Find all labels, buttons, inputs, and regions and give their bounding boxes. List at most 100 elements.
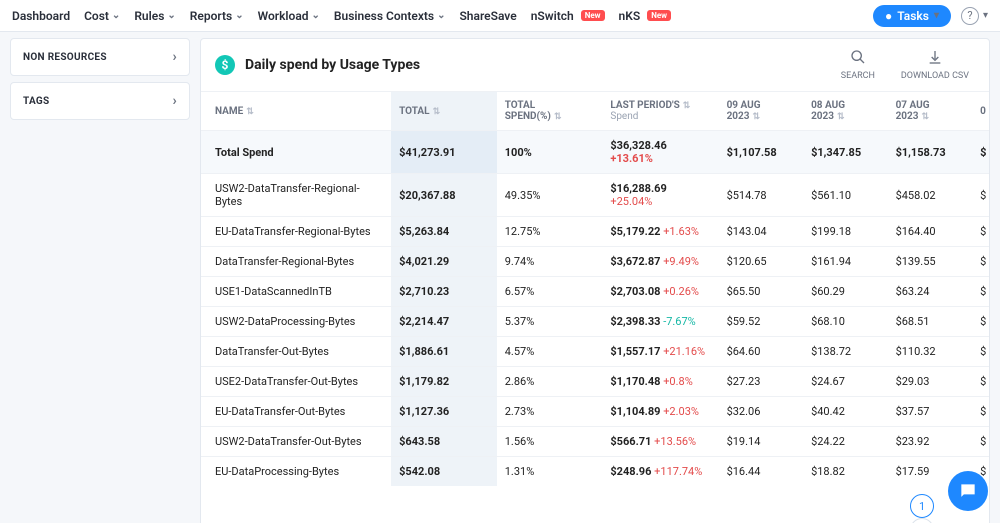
cell-total: $1,886.61	[391, 337, 497, 367]
table-row[interactable]: USW2-DataProcessing-Bytes$2,214.475.37% $…	[201, 307, 989, 337]
table-row[interactable]: USW2-DataTransfer-Regional-Bytes$20,367.…	[201, 174, 989, 217]
cell-08-aug: $561.10	[803, 174, 888, 217]
cell-total: $2,214.47	[391, 307, 497, 337]
cell-07-aug: $110.32	[888, 337, 973, 367]
cell-07-aug: $1,158.73	[888, 131, 973, 174]
cell-09-aug: $1,107.58	[719, 131, 804, 174]
chat-widget[interactable]	[948, 471, 988, 511]
cell-last-period: $566.71 +13.56%	[602, 427, 718, 457]
cell-name: EU-DataTransfer-Regional-Bytes	[201, 217, 391, 247]
nav-nswitch[interactable]: nSwitchNew	[531, 9, 605, 23]
cell-07-aug: $458.02	[888, 174, 973, 217]
table-row[interactable]: EU-DataTransfer-Regional-Bytes$5,263.841…	[201, 217, 989, 247]
new-badge: New	[647, 10, 671, 21]
col-total-spend-pct[interactable]: TOTAL SPEND(%)⇅	[497, 92, 603, 131]
panel-title: Daily spend by Usage Types	[245, 57, 841, 73]
cell-total: $4,021.29	[391, 247, 497, 277]
cell-last-period: $248.96 +117.74%	[602, 457, 718, 487]
sort-icon: ⇅	[753, 112, 761, 122]
cell-09-aug: $27.23	[719, 367, 804, 397]
table-row[interactable]: Total Spend$41,273.91100%$36,328.46 +13.…	[201, 131, 989, 174]
cell-pct: 9.74%	[497, 247, 603, 277]
cell-total: $2,710.23	[391, 277, 497, 307]
chevron-down-icon: ⌄	[312, 10, 320, 21]
cell-last-period: $1,170.48 +0.8%	[602, 367, 718, 397]
pagination: Page 1 of 10 previous 123...10 next	[201, 486, 989, 523]
cell-last-period: $3,672.87 +9.49%	[602, 247, 718, 277]
cell-08-aug: $60.29	[803, 277, 888, 307]
col-last-period[interactable]: LAST PERIOD'S⇅Spend	[602, 92, 718, 131]
cell-pct: 5.37%	[497, 307, 603, 337]
cell-name: USW2-DataProcessing-Bytes	[201, 307, 391, 337]
new-badge: New	[581, 10, 605, 21]
chat-icon	[958, 481, 978, 501]
cell-cut: $	[972, 397, 989, 427]
tasks-label: Tasks	[897, 9, 929, 23]
cell-name: USE2-DataTransfer-Out-Bytes	[201, 367, 391, 397]
cell-pct: 6.57%	[497, 277, 603, 307]
cell-08-aug: $199.18	[803, 217, 888, 247]
download-icon	[927, 49, 943, 69]
page-1[interactable]: 1	[910, 494, 934, 518]
cell-name: Total Spend	[201, 131, 391, 174]
download-csv-button[interactable]: DOWNLOAD CSV	[901, 49, 969, 81]
nav-cost[interactable]: Cost⌄	[84, 9, 120, 23]
cell-last-period: $1,557.17 +21.16%	[602, 337, 718, 367]
cell-pct: 2.86%	[497, 367, 603, 397]
chevron-down-icon: ▾	[934, 10, 939, 21]
col-total[interactable]: TOTAL⇅	[391, 92, 497, 131]
nav-dashboard[interactable]: Dashboard	[12, 9, 70, 23]
cell-last-period: $16,288.69 +25.04%	[602, 174, 718, 217]
sort-icon: ⇅	[246, 107, 254, 117]
chevron-down-icon[interactable]: ▾	[983, 10, 988, 21]
table-row[interactable]: USW2-DataTransfer-Out-Bytes$643.581.56%$…	[201, 427, 989, 457]
cell-total: $1,127.36	[391, 397, 497, 427]
table-row[interactable]: EU-DataProcessing-Bytes$542.081.31%$248.…	[201, 457, 989, 487]
col-09-aug[interactable]: 09 AUG 2023⇅	[719, 92, 804, 131]
cell-cut: $	[972, 307, 989, 337]
cell-pct: 2.73%	[497, 397, 603, 427]
cell-08-aug: $18.82	[803, 457, 888, 487]
col-07-aug[interactable]: 07 AUG 2023⇅	[888, 92, 973, 131]
table-row[interactable]: USE1-DataScannedInTB$2,710.236.57%$2,703…	[201, 277, 989, 307]
top-nav: Dashboard Cost⌄ Rules⌄ Reports⌄ Workload⌄ Bus…	[0, 0, 1000, 32]
cell-08-aug: $1,347.85	[803, 131, 888, 174]
sidebar-item-non-resources[interactable]: NON RESOURCES›	[10, 38, 190, 76]
nav-nks[interactable]: nKSNew	[619, 9, 671, 23]
cell-name: EU-DataProcessing-Bytes	[201, 457, 391, 487]
cell-09-aug: $32.06	[719, 397, 804, 427]
cell-09-aug: $59.52	[719, 307, 804, 337]
cell-pct: 1.56%	[497, 427, 603, 457]
table-row[interactable]: DataTransfer-Regional-Bytes$4,021.299.74…	[201, 247, 989, 277]
nav-reports[interactable]: Reports⌄	[190, 9, 244, 23]
nav-workload[interactable]: Workload⌄	[258, 9, 320, 23]
nav-rules[interactable]: Rules⌄	[134, 9, 175, 23]
sort-icon: ⇅	[554, 112, 562, 122]
spend-panel: $ Daily spend by Usage Types SEARCH DOWN…	[200, 38, 990, 523]
nav-business-contexts[interactable]: Business Contexts⌄	[334, 9, 446, 23]
cell-pct: 1.31%	[497, 457, 603, 487]
sidebar-item-tags[interactable]: TAGS›	[10, 82, 190, 120]
col-08-aug[interactable]: 08 AUG 2023⇅	[803, 92, 888, 131]
cell-09-aug: $16.44	[719, 457, 804, 487]
cell-total: $643.58	[391, 427, 497, 457]
nav-sharesave[interactable]: ShareSave	[459, 9, 516, 23]
cell-08-aug: $40.42	[803, 397, 888, 427]
table-row[interactable]: USE2-DataTransfer-Out-Bytes$1,179.822.86…	[201, 367, 989, 397]
table-row[interactable]: EU-DataTransfer-Out-Bytes$1,127.362.73% $…	[201, 397, 989, 427]
cell-last-period: $36,328.46 +13.61%	[602, 131, 718, 174]
table-row[interactable]: DataTransfer-Out-Bytes$1,886.614.57%$1,5…	[201, 337, 989, 367]
cell-07-aug: $23.92	[888, 427, 973, 457]
col-name[interactable]: NAME⇅	[201, 92, 391, 131]
cell-07-aug: $164.40	[888, 217, 973, 247]
cell-name: USW2-DataTransfer-Out-Bytes	[201, 427, 391, 457]
cell-cut: $	[972, 277, 989, 307]
page-2[interactable]: 2	[910, 518, 934, 523]
cell-name: EU-DataTransfer-Out-Bytes	[201, 397, 391, 427]
help-button[interactable]: ?	[961, 7, 979, 25]
cell-07-aug: $29.03	[888, 367, 973, 397]
cell-name: DataTransfer-Regional-Bytes	[201, 247, 391, 277]
col-cut[interactable]: 0	[972, 92, 989, 131]
tasks-button[interactable]: ● Tasks ▾	[873, 5, 951, 27]
search-button[interactable]: SEARCH	[841, 49, 875, 81]
